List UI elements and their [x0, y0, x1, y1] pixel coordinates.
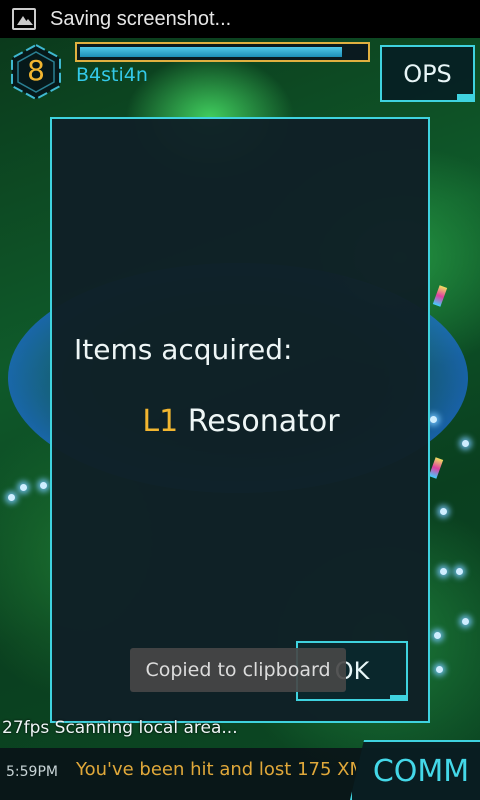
agent-name[interactable]: B4sti4n: [76, 64, 148, 86]
corner-notch: [457, 94, 475, 102]
dialog-heading: Items acquired:: [74, 333, 293, 366]
xm-particle: [40, 482, 47, 489]
clipboard-toast: Copied to clipboard: [130, 648, 346, 692]
status-notification-text: Saving screenshot...: [50, 7, 232, 30]
acquired-item: L1 Resonator: [52, 404, 430, 439]
comm-button[interactable]: COMM: [350, 740, 480, 800]
xp-progress-bar: [75, 42, 370, 62]
agent-level-number: 8: [27, 54, 45, 87]
ops-button[interactable]: OPS: [380, 45, 475, 102]
xm-particle: [430, 416, 437, 423]
xm-shard: [428, 457, 444, 479]
xm-particle: [20, 484, 27, 491]
scan-status: 27fps Scanning local area...: [2, 718, 238, 738]
xm-particle: [8, 494, 15, 501]
image-icon: [12, 8, 36, 30]
xp-progress-fill: [80, 47, 343, 57]
xm-particle: [434, 632, 441, 639]
item-name: Resonator: [187, 404, 340, 439]
xm-particle: [440, 568, 447, 575]
xm-particle: [462, 618, 469, 625]
xm-shard: [432, 285, 448, 307]
comm-message: You've been hit and lost 175 XM: [76, 759, 356, 780]
items-acquired-dialog: Items acquired: L1 Resonator OK: [50, 117, 430, 723]
xm-particle: [456, 568, 463, 575]
system-status-bar: Saving screenshot...: [0, 0, 480, 38]
xm-particle: [440, 508, 447, 515]
comm-timestamp: 5:59PM: [6, 764, 58, 780]
ops-button-label: OPS: [403, 59, 452, 88]
comm-button-label: COMM: [372, 753, 470, 789]
corner-notch: [390, 695, 408, 701]
item-level: L1: [142, 404, 179, 439]
xm-particle: [462, 440, 469, 447]
agent-level-badge[interactable]: 8: [6, 42, 66, 102]
xm-particle: [436, 666, 443, 673]
